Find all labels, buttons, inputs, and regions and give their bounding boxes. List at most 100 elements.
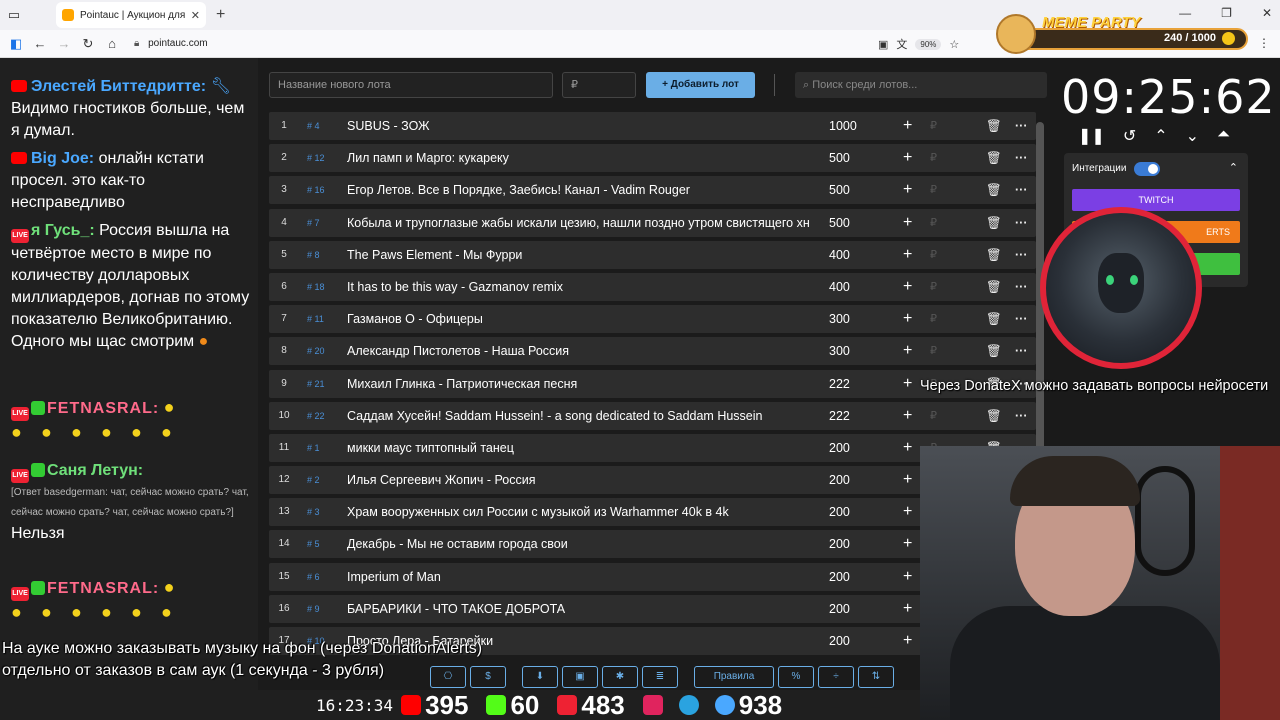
percent-button[interactable]: % [778, 666, 814, 688]
lot-amount[interactable]: 400 [829, 273, 850, 301]
add-amount-icon[interactable]: + [903, 370, 912, 398]
lot-amount[interactable]: 200 [829, 434, 850, 462]
lot-row[interactable]: 10 # 22 Саддам Хусейн! Saddam Hussein! - a… [269, 401, 1036, 430]
double-up-icon[interactable]: ⏶ [1217, 126, 1230, 146]
lot-name[interactable]: Саддам Хусейн! Saddam Hussein! - a song … [347, 402, 809, 430]
tab-list-icon[interactable]: ▭ [2, 7, 26, 23]
lot-amount[interactable]: 300 [829, 337, 850, 365]
more-icon[interactable]: ··· [1015, 241, 1028, 269]
trash-icon[interactable]: 🗑︎ [986, 273, 1002, 301]
ruble-input-icon[interactable]: ₽ [930, 305, 937, 333]
more-icon[interactable]: ··· [1015, 273, 1028, 301]
lot-amount[interactable]: 400 [829, 241, 850, 269]
ruble-input-icon[interactable]: ₽ [930, 112, 937, 140]
lot-row[interactable]: 5 # 8 The Paws Element - Мы Фурри 400 + ₽ 🗑︎ ··… [269, 240, 1036, 269]
lot-amount[interactable]: 200 [829, 595, 850, 623]
add-amount-icon[interactable]: + [903, 209, 912, 237]
add-amount-icon[interactable]: + [903, 305, 912, 333]
back-icon[interactable]: ← [28, 36, 52, 51]
add-amount-icon[interactable]: + [903, 627, 912, 655]
zoom-level[interactable]: 90% [915, 38, 942, 50]
lot-row[interactable]: 6 # 18 It has to be this way - Gazmanov re… [269, 272, 1036, 301]
trash-icon[interactable]: 🗑︎ [986, 241, 1002, 269]
split-button[interactable]: ÷ [818, 666, 854, 688]
trash-icon[interactable]: 🗑︎ [986, 144, 1002, 172]
add-amount-icon[interactable]: + [903, 337, 912, 365]
lot-amount[interactable]: 200 [829, 466, 850, 494]
lot-name[interactable]: Храм вооруженных сил России с музыкой из… [347, 498, 809, 526]
lot-amount[interactable]: 300 [829, 305, 850, 333]
more-icon[interactable]: ··· [1015, 144, 1028, 172]
trash-icon[interactable]: 🗑︎ [986, 305, 1002, 333]
add-amount-icon[interactable]: + [903, 112, 912, 140]
lot-name[interactable]: Imperium of Man [347, 563, 809, 591]
ruble-input-icon[interactable]: ₽ [930, 176, 937, 204]
lot-name[interactable]: микки маус типтопный танец [347, 434, 809, 462]
trash-icon[interactable]: 🗑︎ [986, 176, 1002, 204]
add-lot-button[interactable]: + Добавить лот [646, 72, 755, 98]
more-icon[interactable]: ··· [1015, 305, 1028, 333]
bug-button[interactable]: ✱ [602, 666, 638, 688]
forward-icon[interactable]: → [52, 36, 76, 51]
lot-name[interactable]: SUBUS - ЗОЖ [347, 112, 809, 140]
more-icon[interactable]: ··· [1015, 337, 1028, 365]
download-button[interactable]: ⬇ [522, 666, 558, 688]
ruble-input-icon[interactable]: ₽ [930, 241, 937, 269]
ruble-input-icon[interactable]: ₽ [930, 209, 937, 237]
add-amount-icon[interactable]: + [903, 563, 912, 591]
lot-name[interactable]: Кобыла и трупоглазые жабы искали цезию, … [347, 209, 809, 237]
lot-name[interactable]: The Paws Element - Мы Фурри [347, 241, 809, 269]
lot-name[interactable]: Газманов О - Офицеры [347, 305, 809, 333]
translate-icon[interactable]: 文 [896, 36, 907, 52]
lot-search-input[interactable]: ⌕ Поиск среди лотов... [795, 72, 1047, 98]
lot-amount[interactable]: 222 [829, 402, 850, 430]
twitch-button[interactable]: TWITCH [1072, 189, 1240, 211]
lot-row[interactable]: 8 # 20 Александр Пистолетов - Наша Россия 3… [269, 337, 1036, 366]
lot-row[interactable]: 3 # 16 Егор Летов. Все в Порядке, Заебись!… [269, 176, 1036, 205]
more-icon[interactable]: ··· [1015, 209, 1028, 237]
sort-button[interactable]: ⇅ [858, 666, 894, 688]
add-amount-icon[interactable]: + [903, 498, 912, 526]
ruble-input-icon[interactable]: ₽ [930, 402, 937, 430]
lot-name[interactable]: It has to be this way - Gazmanov remix [347, 273, 809, 301]
bookmark-star-icon[interactable]: ☆ [949, 38, 959, 51]
more-icon[interactable]: ··· [1015, 112, 1028, 140]
ruble-input-icon[interactable]: ₽ [930, 273, 937, 301]
lot-amount[interactable]: 500 [829, 144, 850, 172]
add-amount-icon[interactable]: + [903, 434, 912, 462]
lot-amount[interactable]: 200 [829, 627, 850, 655]
add-amount-icon[interactable]: + [903, 530, 912, 558]
lot-name[interactable]: Михаил Глинка - Патриотическая песня [347, 370, 809, 398]
lot-name[interactable]: Декабрь - Мы не оставим города свои [347, 530, 809, 558]
lot-amount[interactable]: 500 [829, 209, 850, 237]
save-button[interactable]: ▣ [562, 666, 598, 688]
close-tab-icon[interactable]: ✕ [191, 9, 200, 22]
trash-icon[interactable]: 🗑︎ [986, 209, 1002, 237]
trash-icon[interactable]: 🗑︎ [986, 337, 1002, 365]
trash-icon[interactable]: 🗑︎ [986, 112, 1002, 140]
integrations-toggle[interactable] [1134, 162, 1160, 176]
pause-icon[interactable]: ❚❚ [1078, 126, 1105, 146]
reset-icon[interactable]: ↺ [1123, 126, 1136, 146]
lot-name[interactable]: Илья Сергеевич Жопич - Россия [347, 466, 809, 494]
new-lot-input[interactable]: Название нового лота [269, 72, 553, 98]
add-amount-icon[interactable]: + [903, 402, 912, 430]
lot-row[interactable]: 2 # 12 Лил памп и Марго: кукареку 500 + ₽ 🗑︎ ··… [269, 144, 1036, 173]
more-icon[interactable]: ··· [1015, 402, 1028, 430]
collapse-icon[interactable]: ⌃ [1229, 161, 1238, 174]
chevron-down-icon[interactable]: ⌄ [1186, 126, 1199, 146]
ruble-input-icon[interactable]: ₽ [930, 337, 937, 365]
lot-amount[interactable]: 500 [829, 176, 850, 204]
history-button[interactable]: ≣ [642, 666, 678, 688]
sidebar-icon[interactable]: ◧ [4, 36, 28, 52]
add-amount-icon[interactable]: + [903, 176, 912, 204]
lot-amount[interactable]: 200 [829, 530, 850, 558]
menu-icon[interactable]: ⋮ [1258, 36, 1270, 50]
close-window-icon[interactable]: ✕ [1262, 6, 1272, 20]
lot-name[interactable]: Егор Летов. Все в Порядке, Заебись! Кана… [347, 176, 809, 204]
lot-name[interactable]: Лил памп и Марго: кукареку [347, 144, 809, 172]
lot-row[interactable]: 4 # 7 Кобыла и трупоглазые жабы искали цез… [269, 208, 1036, 237]
reload-icon[interactable]: ↻ [76, 36, 100, 52]
rules-button[interactable]: Правила [694, 666, 774, 688]
reader-icon[interactable]: ▣ [878, 38, 888, 51]
